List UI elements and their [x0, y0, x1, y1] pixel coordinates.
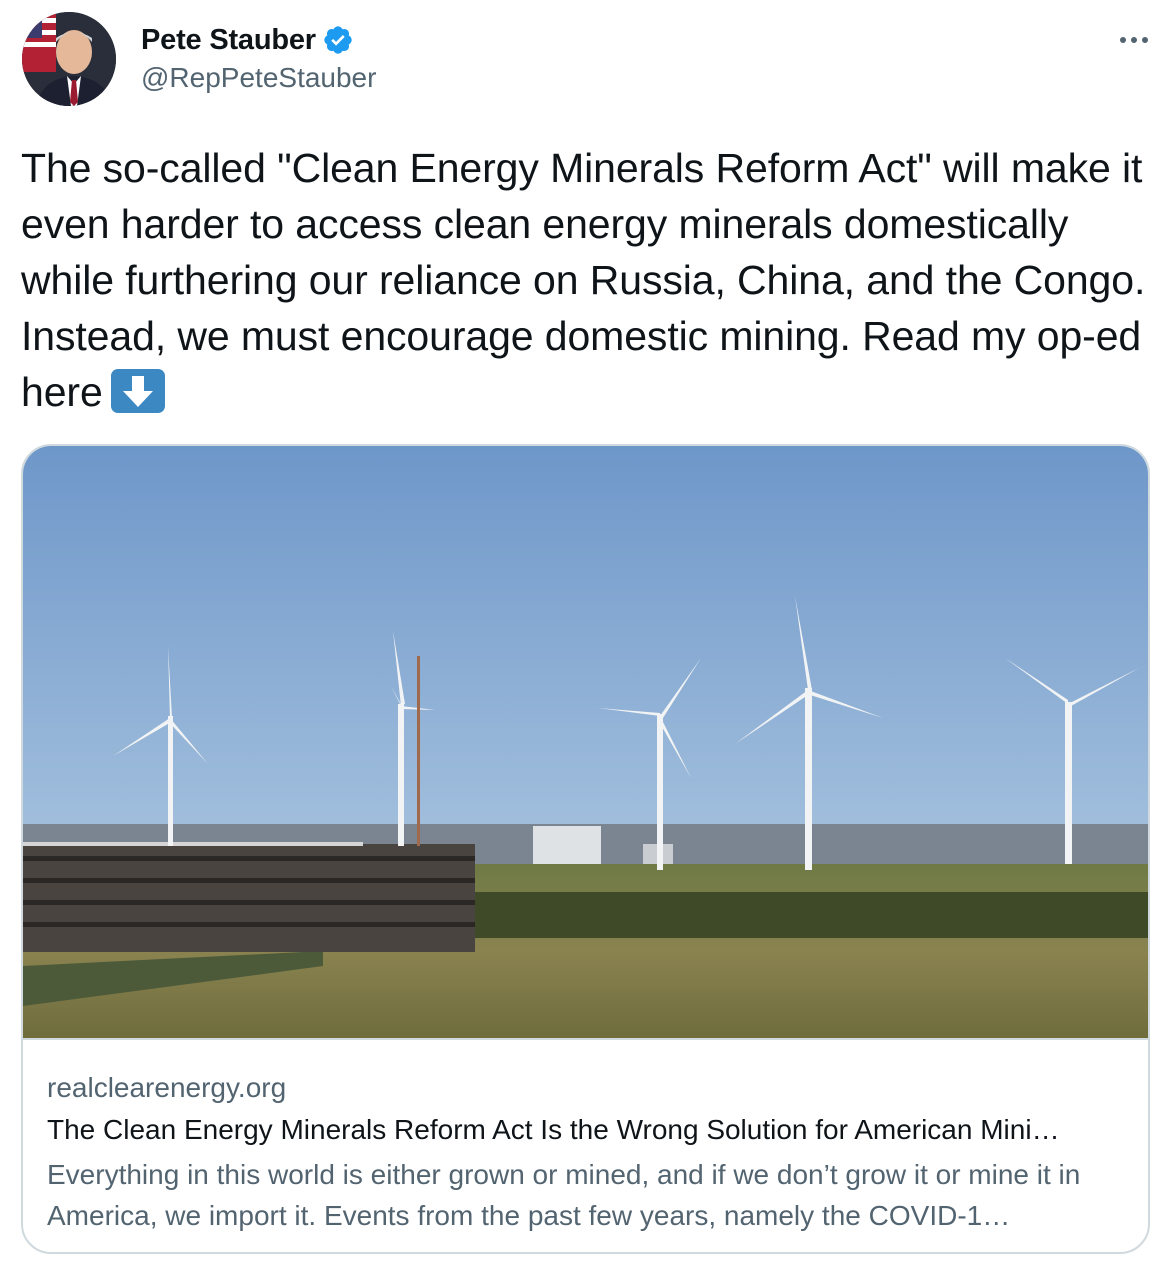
tweet-body: The so-called "Clean Energy Minerals Ref…	[21, 145, 1146, 415]
author-avatar[interactable]	[22, 12, 116, 106]
more-options-button[interactable]	[1112, 24, 1156, 56]
card-divider	[23, 1038, 1148, 1040]
author-handle[interactable]: @RepPeteStauber	[141, 62, 376, 94]
author-name-row: Pete Stauber	[141, 20, 354, 60]
link-preview-card[interactable]: realclearenergy.org The Clean Energy Min…	[21, 444, 1150, 1254]
author-display-name[interactable]: Pete Stauber	[141, 24, 316, 57]
wind-turbines-photo-icon	[23, 446, 1148, 1038]
verified-badge-icon	[322, 24, 354, 56]
more-dots-icon	[1120, 37, 1148, 43]
card-domain: realclearenergy.org	[47, 1072, 287, 1103]
card-description: Everything in this world is either grown…	[47, 1159, 1081, 1231]
profile-photo-icon	[22, 12, 116, 106]
card-image	[23, 446, 1148, 1038]
card-title: The Clean Energy Minerals Reform Act Is …	[47, 1114, 1060, 1145]
down-arrow-emoji-icon	[110, 369, 165, 413]
tweet-text: The so-called "Clean Energy Minerals Ref…	[21, 140, 1156, 420]
tweet: Pete Stauber @RepPeteStauber The so-call…	[0, 0, 1172, 1276]
